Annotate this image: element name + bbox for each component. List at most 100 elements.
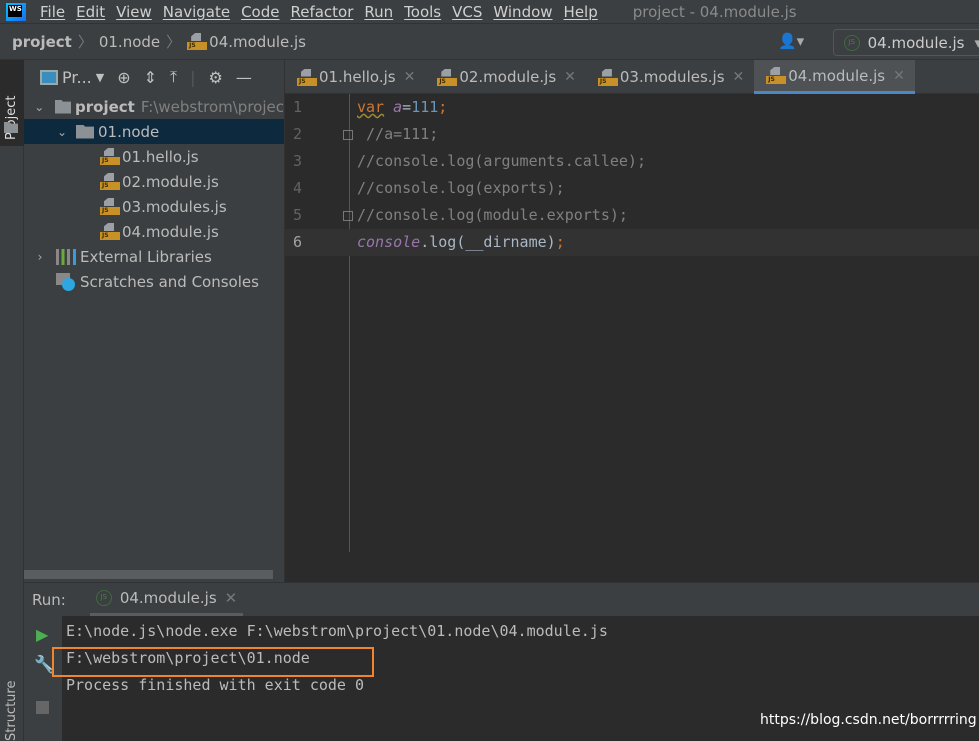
chevron-right-icon: › [37, 249, 43, 264]
run-config-select[interactable]: JS 04.module.js ▾ [833, 29, 979, 56]
close-icon[interactable]: ✕ [225, 589, 238, 607]
folder-icon [54, 99, 72, 114]
editor-empty-area [285, 552, 979, 582]
code-line: 1 var a=111; [285, 94, 979, 121]
line-number: 2 [293, 125, 303, 143]
tree-item-scratches[interactable]: Scratches and Consoles [24, 269, 284, 294]
stop-icon[interactable] [36, 701, 49, 714]
user-icon[interactable]: 👤▾ [778, 32, 804, 50]
menu-run[interactable]: Run [364, 3, 393, 21]
run-toolbar: ▶ 🔧 [24, 615, 62, 741]
js-file-icon [100, 148, 120, 165]
code-token: = [402, 98, 412, 116]
code-token: //console.log(arguments.callee); [357, 152, 646, 170]
js-file-icon [187, 33, 208, 50]
folder-icon [4, 122, 18, 133]
menu-code[interactable]: Code [241, 3, 279, 21]
js-file-icon [597, 69, 618, 86]
line-number: 4 [293, 179, 303, 197]
line-number: 5 [293, 206, 303, 224]
folder-icon [76, 124, 94, 139]
code-editor[interactable]: 1 var a=111; 2 //a=111; 3//console.log(argu… [285, 94, 979, 552]
run-tab[interactable]: JS 04.module.js ✕ [89, 583, 244, 616]
code-token: //console.log(module.exports); [357, 206, 628, 224]
tree-item-file[interactable]: 02.module.js [24, 169, 284, 194]
menu-navigate[interactable]: Navigate [163, 3, 230, 21]
code-text: //console.log(arguments.callee); [357, 148, 646, 175]
window-title: project - 04.module.js [632, 2, 797, 21]
close-icon[interactable]: ✕ [893, 68, 905, 84]
structure-tool-tab[interactable]: Structure [4, 681, 19, 741]
code-token: 111 [411, 98, 439, 116]
tab-04-module[interactable]: 04.module.js✕ [754, 60, 915, 94]
tab-02-module[interactable]: 02.module.js✕ [425, 60, 586, 94]
code-line: 3 //console.log(arguments.callee); [285, 148, 979, 175]
nodejs-icon: JS [95, 590, 112, 606]
tree-item-external-libraries[interactable]: › External Libraries [24, 244, 284, 269]
tree-item-file[interactable]: 03.modules.js [24, 194, 284, 219]
code-line: 6 console.log(__dirname); [285, 229, 979, 256]
code-text: //a=111; [357, 121, 438, 148]
rerun-icon[interactable]: ▶ [36, 625, 48, 644]
tab-03-modules[interactable]: 03.modules.js✕ [586, 60, 754, 94]
menu-vcs[interactable]: VCS [452, 3, 482, 21]
run-label: Run: [32, 590, 66, 609]
gear-icon[interactable]: ⚙ [208, 68, 222, 87]
highlight-box [52, 647, 374, 677]
code-token: ; [555, 233, 565, 251]
code-token: console [357, 233, 421, 251]
breadcrumb-folder[interactable]: 01.node [99, 33, 160, 51]
webstorm-logo: WS [6, 2, 26, 21]
locate-icon[interactable]: ⊕ [117, 68, 130, 87]
expand-all-icon[interactable]: ⇕ [144, 68, 157, 87]
close-icon[interactable]: ✕ [404, 69, 416, 85]
menu-tools[interactable]: Tools [404, 3, 441, 21]
console-line: E:\node.js\node.exe F:\webstrom\project\… [66, 622, 608, 640]
code-line: 2 //a=111; [285, 121, 979, 148]
chevron-right-icon: 〉 [77, 33, 93, 51]
menu-help[interactable]: Help [564, 3, 598, 21]
collapse-all-icon[interactable]: ⤒ [170, 67, 177, 87]
line-number: 3 [293, 152, 303, 170]
code-text: //console.log(module.exports); [357, 202, 628, 229]
tree-item-file[interactable]: 04.module.js [24, 219, 284, 244]
hide-icon[interactable]: — [236, 68, 252, 87]
watermark: https://blog.csdn.net/borrrrring [760, 712, 977, 728]
menu-edit[interactable]: Edit [76, 3, 105, 21]
tab-01-hello[interactable]: 01.hello.js✕ [285, 60, 425, 94]
panel-icon [40, 69, 58, 85]
js-file-icon [100, 223, 120, 240]
run-header: Run: JS 04.module.js ✕ [24, 583, 979, 616]
code-text: var a=111; [357, 94, 447, 121]
menu-view[interactable]: View [116, 3, 152, 21]
chevron-down-icon: ⌄ [34, 99, 45, 114]
project-tool-tab[interactable]: Project [0, 60, 24, 146]
project-panel: Pr... ▼ ⊕ ⇕ ⤒ | ⚙ — ⌄ project F:\webstrom\p… [24, 60, 285, 582]
menu-refactor[interactable]: Refactor [290, 3, 353, 21]
menu-file[interactable]: File [40, 3, 65, 21]
view-select[interactable]: Pr... ▼ [40, 68, 104, 87]
js-file-icon [100, 173, 120, 190]
tree-item-01-node[interactable]: ⌄ 01.node [24, 119, 284, 144]
tree-item-project[interactable]: ⌄ project F:\webstrom\projec [24, 94, 284, 119]
tree-item-file[interactable]: 01.hello.js [24, 144, 284, 169]
code-line: 4 //console.log(exports); [285, 175, 979, 202]
close-icon[interactable]: ✕ [564, 69, 576, 85]
menu-window[interactable]: Window [493, 3, 552, 21]
editor-tabs: 01.hello.js✕ 02.module.js✕ 03.modules.js… [285, 60, 979, 94]
breadcrumb-project[interactable]: project [12, 33, 72, 51]
horizontal-scrollbar[interactable] [24, 570, 273, 579]
js-file-icon [766, 67, 787, 84]
fold-icon[interactable] [343, 130, 353, 140]
code-token: ; [438, 98, 448, 116]
chevron-down-icon: ▾ [974, 33, 979, 52]
chevron-right-icon: 〉 [166, 33, 182, 51]
scratches-icon [56, 272, 76, 291]
breadcrumb-file[interactable]: 04.module.js [209, 33, 306, 51]
line-number: 1 [293, 98, 303, 116]
libraries-icon [56, 248, 76, 265]
fold-icon[interactable] [343, 211, 353, 221]
close-icon[interactable]: ✕ [733, 69, 745, 85]
project-toolbar: Pr... ▼ ⊕ ⇕ ⤒ | ⚙ — [24, 60, 284, 94]
